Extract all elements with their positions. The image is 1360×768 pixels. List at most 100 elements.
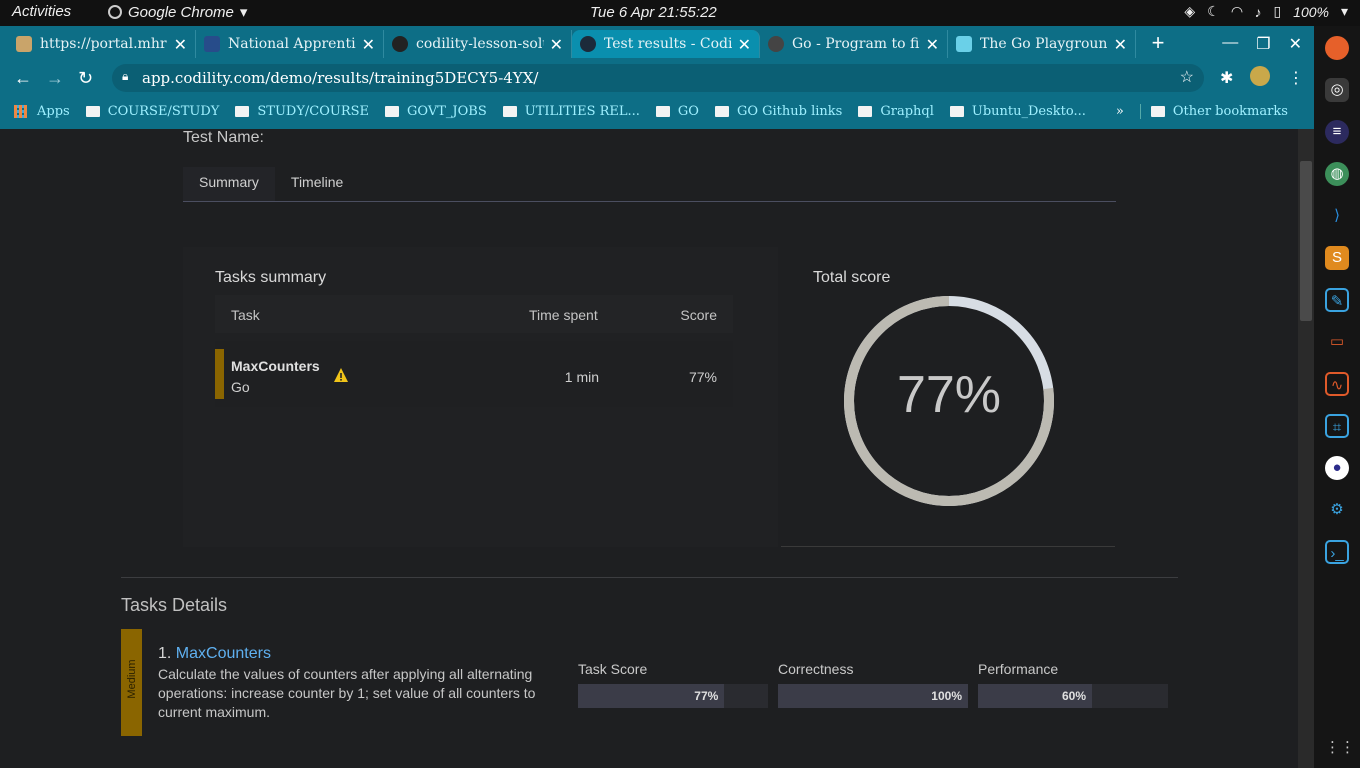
close-icon[interactable]: ✕	[926, 35, 939, 54]
battery-icon: ▯	[1273, 3, 1282, 19]
wifi-icon: ◠	[1231, 3, 1243, 19]
metric-label: Correctness	[778, 661, 854, 677]
browser-tab[interactable]: Go - Program to fin ✕	[760, 30, 948, 58]
shield-icon: ◈	[1184, 3, 1196, 19]
chrome-icon[interactable]: ◎	[1325, 78, 1349, 102]
task-name[interactable]: MaxCounters	[231, 358, 320, 374]
bookmark-folder[interactable]: COURSE/STUDY	[85, 104, 219, 119]
task-language: Go	[231, 379, 250, 395]
close-icon[interactable]: ✕	[738, 35, 751, 54]
maximize-icon[interactable]: ❐	[1256, 34, 1270, 54]
browser-tab[interactable]: https://portal.mhr ✕	[8, 30, 196, 58]
other-bookmarks[interactable]: Other bookmarks	[1139, 103, 1288, 119]
tasks-details-heading: Tasks Details	[121, 595, 228, 615]
column-score: Score	[680, 307, 717, 323]
tasks-table-header: Task Time spent Score	[215, 295, 733, 333]
close-icon[interactable]: ✕	[362, 35, 375, 54]
bookmark-folder[interactable]: GO	[655, 104, 699, 119]
minimize-icon[interactable]: —	[1222, 34, 1238, 54]
vscode-icon[interactable]: ⟩	[1325, 204, 1349, 228]
bookmark-label: STUDY/COURSE	[257, 103, 370, 119]
total-score-card: Total score 77%	[781, 247, 1115, 547]
total-score-heading: Total score	[813, 269, 891, 286]
text-editor-icon[interactable]: ✎	[1325, 288, 1349, 312]
browser-tab-active[interactable]: Test results - Codil ✕	[572, 30, 760, 58]
bookmark-folder[interactable]: Ubuntu_Deskto...	[949, 104, 1086, 119]
profile-avatar[interactable]	[1250, 66, 1270, 86]
folder-icon	[502, 105, 517, 117]
extensions-puzzle-icon[interactable]: ✱	[1220, 68, 1233, 88]
browser-chrome: https://portal.mhr ✕ National Apprentic …	[0, 26, 1314, 129]
terminal-icon[interactable]: ›_	[1325, 540, 1349, 564]
firefox-icon[interactable]	[1325, 36, 1349, 60]
system-monitor-icon[interactable]: ∿	[1325, 372, 1349, 396]
tasks-summary-heading: Tasks summary	[215, 269, 327, 286]
page-scrollbar[interactable]	[1298, 129, 1314, 768]
tab-timeline[interactable]: Timeline	[275, 167, 359, 201]
tab-favicon-icon	[16, 36, 32, 52]
application-dock: ◎ ≡ ◍ ⟩ S ✎ ▭ ∿ ⌗ ● ⚙ ›_ ⋮⋮	[1314, 26, 1360, 768]
metric-task-score: Task Score 77%	[578, 661, 768, 708]
show-apps-grid-icon[interactable]: ⋮⋮	[1325, 736, 1355, 760]
back-icon[interactable]: ←	[14, 68, 32, 89]
task-description: Calculate the values of counters after a…	[158, 666, 536, 720]
bookmarks-bar: Apps COURSE/STUDY STUDY/COURSE GOVT_JOBS…	[0, 98, 1314, 124]
bookmark-apps[interactable]: Apps	[14, 104, 70, 119]
bookmark-folder[interactable]: GO Github links	[714, 103, 843, 119]
address-bar[interactable]: 🔒︎ app.codility.com/demo/results/trainin…	[112, 64, 1204, 92]
eclipse-icon[interactable]: ≡	[1325, 120, 1349, 144]
app-name-label: Google Chrome	[128, 3, 234, 21]
column-task: Task	[231, 307, 260, 323]
tab-summary[interactable]: Summary	[183, 167, 275, 201]
bookmark-folder[interactable]: UTILITIES REL...	[502, 104, 640, 119]
warning-icon	[334, 368, 348, 382]
globe-icon[interactable]: ◍	[1325, 162, 1349, 186]
metric-label: Task Score	[578, 661, 648, 677]
close-icon[interactable]: ✕	[1114, 35, 1127, 54]
new-tab-button[interactable]: +	[1144, 30, 1172, 58]
bookmark-label: Apps	[37, 103, 70, 119]
reload-icon[interactable]: ↻	[78, 68, 93, 89]
task-link[interactable]: MaxCounters	[176, 645, 271, 662]
scrollbar-thumb[interactable]	[1300, 161, 1312, 321]
activities-button[interactable]: Activities	[12, 3, 71, 20]
browser-tab[interactable]: National Apprentic ✕	[196, 30, 384, 58]
bookmark-folder[interactable]: Graphql	[858, 104, 934, 119]
forward-icon[interactable]: →	[46, 68, 64, 89]
system-tray[interactable]: ◈ ☾ ◠ ♪ ▯ 100% ▾	[1184, 3, 1348, 20]
close-window-icon[interactable]: ✕	[1289, 34, 1302, 54]
task-number: 1.	[158, 645, 172, 662]
browser-tab[interactable]: The Go Playground ✕	[948, 30, 1136, 58]
browser-tab[interactable]: codility-lesson-solu ✕	[384, 30, 572, 58]
volume-icon: ♪	[1254, 3, 1262, 20]
close-icon[interactable]: ✕	[550, 35, 563, 54]
close-icon[interactable]: ✕	[174, 35, 187, 54]
test-name-label: Test Name:	[183, 129, 264, 146]
bookmarks-overflow-button[interactable]: »	[1116, 104, 1124, 119]
apps-grid-icon	[14, 104, 27, 118]
metric-value: 77%	[694, 689, 719, 703]
app-menu[interactable]: Google Chrome ▾	[108, 3, 247, 21]
tab-title: The Go Playground	[980, 36, 1108, 52]
column-time-spent: Time spent	[529, 307, 598, 323]
eclipse-ball-icon[interactable]: ●	[1325, 456, 1349, 480]
menu-kebab-icon[interactable]: ⋮	[1288, 68, 1304, 88]
tasks-summary-card: Tasks summary Task Time spent Score MaxC…	[183, 247, 778, 547]
bookmark-star-icon[interactable]: ☆	[1180, 67, 1194, 86]
files-icon[interactable]: ▭	[1325, 330, 1349, 354]
bookmark-folder[interactable]: STUDY/COURSE	[235, 104, 369, 119]
sublime-icon[interactable]: S	[1325, 246, 1349, 270]
clock[interactable]: Tue 6 Apr 21:55:22	[590, 4, 717, 21]
folder-icon	[1150, 105, 1165, 117]
tab-favicon-icon	[768, 36, 784, 52]
result-tabs: Summary Timeline	[183, 167, 1116, 202]
table-row[interactable]: MaxCounters Go 1 min 77%	[215, 341, 733, 407]
url-text: app.codility.com/demo/results/training5D…	[142, 69, 539, 87]
screenshot-icon[interactable]: ⌗	[1325, 414, 1349, 438]
bookmark-folder[interactable]: GOVT_JOBS	[385, 104, 487, 119]
folder-icon	[235, 105, 250, 117]
settings-gear-icon[interactable]: ⚙	[1325, 498, 1349, 522]
bookmark-label: GO Github links	[736, 103, 843, 119]
chevron-down-icon: ▾	[239, 4, 248, 21]
tab-title: National Apprentic	[228, 36, 356, 52]
